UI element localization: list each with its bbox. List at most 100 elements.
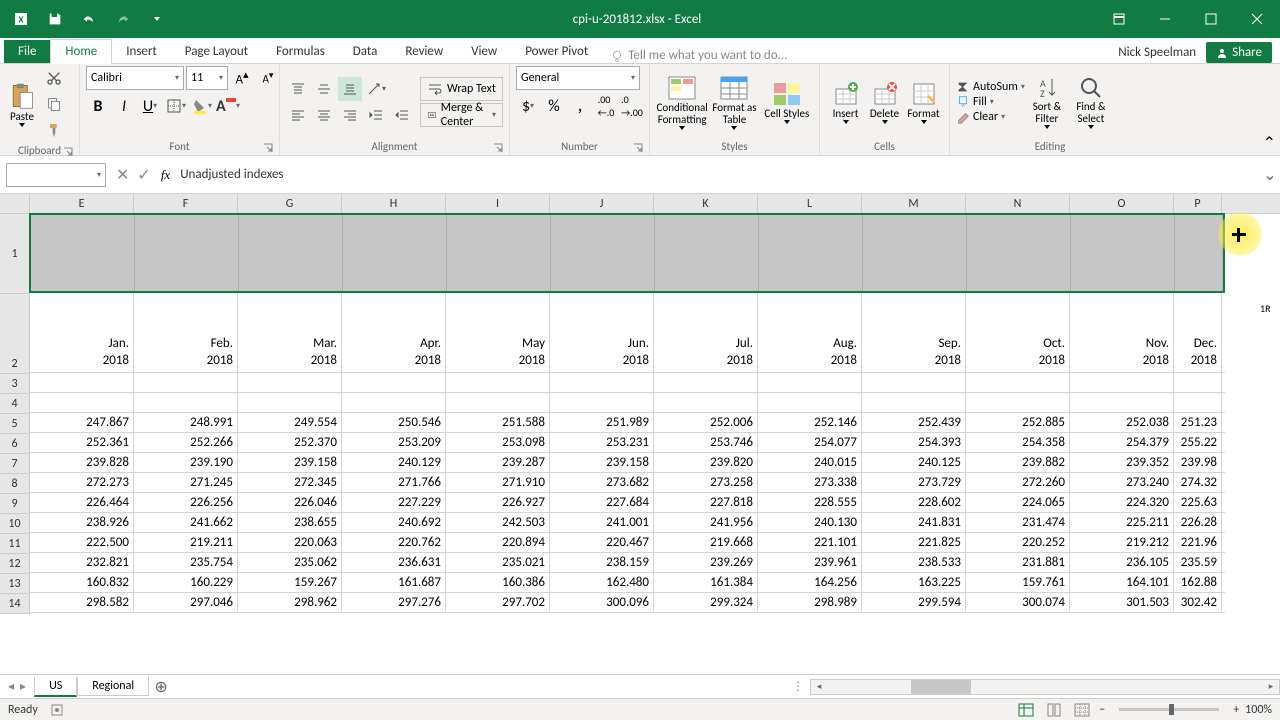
- cell[interactable]: Sep.2018: [862, 293, 966, 372]
- cell[interactable]: [342, 393, 446, 412]
- cell[interactable]: 249.554: [238, 413, 342, 432]
- cell[interactable]: 239.828: [30, 453, 134, 472]
- column-header[interactable]: I: [446, 194, 550, 213]
- cell[interactable]: Mar.2018: [238, 293, 342, 372]
- scroll-thumb[interactable]: [911, 680, 971, 694]
- column-header[interactable]: F: [134, 194, 238, 213]
- cell[interactable]: 220.063: [238, 533, 342, 552]
- cell[interactable]: [238, 373, 342, 392]
- font-name-select[interactable]: Calibri▾: [86, 66, 184, 90]
- tab-power-pivot[interactable]: Power Pivot: [511, 40, 602, 63]
- cell[interactable]: 301.503: [1070, 593, 1174, 612]
- tab-view[interactable]: View: [457, 40, 511, 63]
- cell[interactable]: [966, 373, 1070, 392]
- minimize-icon[interactable]: [1142, 0, 1188, 38]
- cell[interactable]: [1070, 373, 1174, 392]
- view-page-layout-icon[interactable]: [1043, 701, 1065, 719]
- cell[interactable]: [966, 393, 1070, 412]
- cell[interactable]: [134, 373, 238, 392]
- cell[interactable]: 251.989: [550, 413, 654, 432]
- cell[interactable]: [1070, 393, 1174, 412]
- row-header[interactable]: 9: [0, 494, 30, 514]
- row-header[interactable]: 12: [0, 554, 30, 574]
- cell[interactable]: 224.065: [966, 493, 1070, 512]
- cell[interactable]: 241.956: [654, 513, 758, 532]
- cell[interactable]: 253.209: [342, 433, 446, 452]
- column-header[interactable]: J: [550, 194, 654, 213]
- find-select-button[interactable]: Find & Select: [1069, 75, 1113, 129]
- cell[interactable]: 226.046: [238, 493, 342, 512]
- cell[interactable]: [758, 373, 862, 392]
- sheet-nav-next-icon[interactable]: ▸: [20, 679, 26, 694]
- cell[interactable]: 226.256: [134, 493, 238, 512]
- cell[interactable]: 300.096: [550, 593, 654, 612]
- cell[interactable]: 273.240: [1070, 473, 1174, 492]
- cell[interactable]: 219.212: [1070, 533, 1174, 552]
- cell[interactable]: 254.077: [758, 433, 862, 452]
- cell[interactable]: [31, 215, 135, 291]
- cell-styles-button[interactable]: Cell Styles: [761, 80, 813, 124]
- sheet-tab-us[interactable]: US: [34, 677, 77, 697]
- accounting-format-button[interactable]: $▾: [516, 94, 540, 118]
- macro-record-icon[interactable]: [50, 703, 64, 717]
- row-header[interactable]: 3: [0, 374, 30, 394]
- cell[interactable]: 239.820: [654, 453, 758, 472]
- cell[interactable]: 222.500: [30, 533, 134, 552]
- cell[interactable]: 239.269: [654, 553, 758, 572]
- column-header[interactable]: L: [758, 194, 862, 213]
- cell[interactable]: 161.384: [654, 573, 758, 592]
- qat-customize[interactable]: [142, 4, 172, 34]
- column-header[interactable]: M: [862, 194, 966, 213]
- undo-icon[interactable]: [74, 4, 104, 34]
- cell[interactable]: 248.991: [134, 413, 238, 432]
- enter-formula-icon[interactable]: ✓: [137, 165, 150, 185]
- cell[interactable]: Apr.2018: [342, 293, 446, 372]
- cell[interactable]: 238.926: [30, 513, 134, 532]
- cell[interactable]: Nov.2018: [1070, 293, 1174, 372]
- fill-button[interactable]: Fill▾: [956, 95, 1025, 109]
- cell[interactable]: 251.23: [1174, 413, 1222, 432]
- format-cells-button[interactable]: Format: [904, 81, 943, 124]
- cell[interactable]: [758, 393, 862, 412]
- column-header[interactable]: G: [238, 194, 342, 213]
- cell[interactable]: 226.28: [1174, 513, 1222, 532]
- cell[interactable]: 300.074: [966, 593, 1070, 612]
- cell[interactable]: 231.474: [966, 513, 1070, 532]
- cell[interactable]: [134, 393, 238, 412]
- cell[interactable]: [654, 373, 758, 392]
- cell[interactable]: 240.125: [862, 453, 966, 472]
- cell[interactable]: 253.231: [550, 433, 654, 452]
- cell[interactable]: 162.480: [550, 573, 654, 592]
- cell[interactable]: 235.021: [446, 553, 550, 572]
- cell[interactable]: 271.910: [446, 473, 550, 492]
- cell[interactable]: 227.229: [342, 493, 446, 512]
- wrap-text-button[interactable]: Wrap Text: [420, 77, 503, 101]
- cell[interactable]: 238.655: [238, 513, 342, 532]
- cell[interactable]: [967, 215, 1071, 291]
- cell[interactable]: 298.962: [238, 593, 342, 612]
- cell[interactable]: 240.015: [758, 453, 862, 472]
- cell[interactable]: 160.386: [446, 573, 550, 592]
- cell[interactable]: [30, 393, 134, 412]
- cell[interactable]: 221.825: [862, 533, 966, 552]
- cell[interactable]: [1175, 215, 1223, 291]
- cell[interactable]: 164.101: [1070, 573, 1174, 592]
- cell[interactable]: [446, 393, 550, 412]
- cell[interactable]: [862, 393, 966, 412]
- autosum-button[interactable]: AutoSum▾: [956, 80, 1025, 94]
- cell[interactable]: [550, 373, 654, 392]
- zoom-level[interactable]: 100%: [1245, 703, 1272, 717]
- tab-file[interactable]: File: [4, 40, 50, 63]
- cell[interactable]: 240.130: [758, 513, 862, 532]
- cell[interactable]: 252.038: [1070, 413, 1174, 432]
- alignment-launcher-icon[interactable]: [493, 143, 503, 153]
- expand-formula-bar-icon[interactable]: ⌄: [1260, 165, 1280, 185]
- cell[interactable]: 251.588: [446, 413, 550, 432]
- cell[interactable]: 239.98: [1174, 453, 1222, 472]
- cell[interactable]: 273.729: [862, 473, 966, 492]
- cell[interactable]: 252.361: [30, 433, 134, 452]
- cell[interactable]: [342, 373, 446, 392]
- column-header[interactable]: E: [30, 194, 134, 213]
- cut-button[interactable]: [42, 66, 66, 90]
- increase-indent-button[interactable]: [390, 103, 414, 127]
